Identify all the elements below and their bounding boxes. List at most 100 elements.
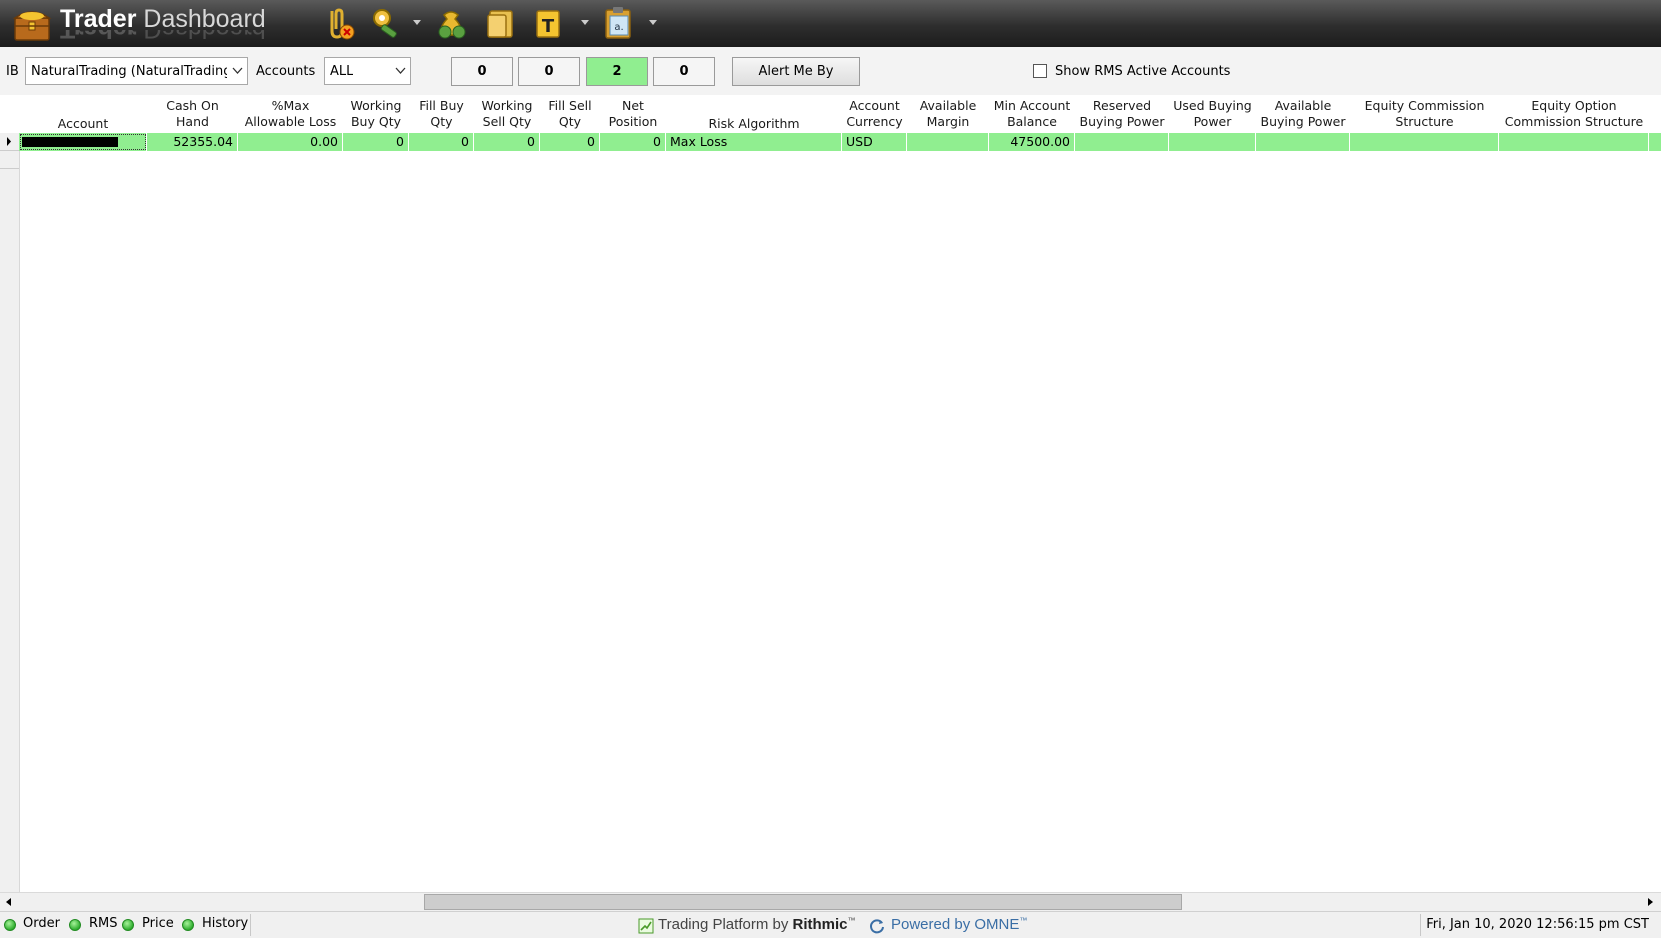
scroll-right-icon[interactable] — [1641, 893, 1659, 911]
column-header-reserved-buying-power[interactable]: Reserved Buying Power — [1075, 95, 1169, 133]
omne-refresh-icon — [870, 919, 884, 934]
rms-status-label: RMS — [89, 916, 118, 931]
row-selector-column — [0, 133, 20, 893]
text-dropdown-icon[interactable] — [580, 19, 590, 27]
column-header-line1: Fill Buy — [419, 98, 464, 113]
column-header-line2: Qty — [558, 114, 582, 129]
fill-sell-qty-cell[interactable]: 0 — [540, 133, 600, 151]
column-header-text: Fill Sell Qty — [548, 98, 591, 130]
column-header-line2: Structure — [1395, 114, 1454, 129]
column-header-available-margin[interactable]: Available Margin — [907, 95, 989, 133]
column-header-line1: Fill Sell — [548, 98, 592, 113]
account-currency-cell[interactable]: USD — [842, 133, 907, 151]
tools-dropdown-icon[interactable] — [412, 19, 422, 27]
column-header-equity-commission-structure[interactable]: Equity Commission Structure — [1350, 95, 1499, 133]
accounts-label: Accounts — [256, 64, 316, 79]
clipboard-dropdown-icon[interactable] — [648, 19, 658, 27]
row-pointer-icon — [7, 137, 11, 146]
tools-icon[interactable] — [368, 5, 404, 41]
accounts-select[interactable]: ALL — [324, 57, 411, 85]
column-header-min-account-balance[interactable]: Min Account Balance — [989, 95, 1075, 133]
column-header-line1: Account — [849, 98, 900, 113]
min-account-balance-cell[interactable]: 47500.00 — [989, 133, 1075, 151]
column-header-line2: Buying Power — [1079, 114, 1165, 129]
column-header-text: Cash On Hand — [166, 98, 219, 130]
column-header-working-sell-qty[interactable]: Working Sell Qty — [474, 95, 540, 133]
show-rms-active-accounts-checkbox[interactable] — [1033, 64, 1047, 78]
equity-option-commission-structure-cell[interactable] — [1499, 133, 1649, 151]
available-margin-cell[interactable] — [907, 133, 989, 151]
working-sell-qty-cell[interactable]: 0 — [474, 133, 540, 151]
column-header-fill-sell-qty[interactable]: Fill Sell Qty — [540, 95, 600, 133]
working-buy-qty-cell[interactable]: 0 — [343, 133, 409, 151]
counter-4: 0 — [653, 57, 715, 86]
column-header-line2: Allowable Loss — [244, 114, 337, 129]
app-title-reflection-bold: Trader — [60, 30, 136, 43]
history-status-label: History — [202, 916, 249, 931]
fill-buy-qty-cell[interactable]: 0 — [409, 133, 474, 151]
clipboard-icon[interactable]: a. — [600, 5, 636, 41]
max-allowable-loss-cell[interactable]: 0.00 — [238, 133, 343, 151]
cash-on-hand-cell[interactable]: 52355.04 — [147, 133, 238, 151]
show-rms-active-accounts-label[interactable]: Show RMS Active Accounts — [1055, 64, 1230, 79]
table-row[interactable]: 52355.04 0.00 0 0 0 0 0 Max Loss USD 475… — [19, 133, 1661, 151]
paperclip-cancel-icon[interactable] — [320, 5, 356, 41]
scroll-left-icon[interactable] — [0, 893, 18, 911]
column-header-line2: Sell Qty — [482, 114, 532, 129]
column-header-line1: %Max — [271, 98, 310, 113]
alert-me-by-button[interactable]: Alert Me By — [732, 57, 860, 86]
column-header-line1: Available — [919, 98, 977, 113]
history-status-dot-icon — [182, 919, 194, 931]
column-header-cash-on-hand[interactable]: Cash On Hand — [147, 95, 238, 133]
risk-algorithm-cell[interactable]: Max Loss — [666, 133, 842, 151]
column-header-net-position[interactable]: Net Position — [600, 95, 666, 133]
new-row-selector[interactable] — [0, 151, 19, 169]
platform-credit-text: Trading Platform by — [658, 916, 789, 933]
column-header-text: Risk Algorithm — [708, 116, 799, 132]
column-header-equity-option-commission-structure[interactable]: Equity Option Commission Structure — [1499, 95, 1649, 133]
column-header-risk-algorithm[interactable]: Risk Algorithm — [666, 95, 842, 133]
row-selector[interactable] — [0, 133, 19, 151]
reserved-buying-power-cell[interactable] — [1075, 133, 1169, 151]
column-header-line2: Balance — [1007, 114, 1057, 129]
column-header-text: Equity Option Commission Structure — [1505, 98, 1643, 130]
column-header-used-buying-power[interactable]: Used Buying Power — [1169, 95, 1256, 133]
column-header-fill-buy-qty[interactable]: Fill Buy Qty — [409, 95, 474, 133]
available-buying-power-cell[interactable] — [1256, 133, 1350, 151]
folder-icon[interactable] — [482, 5, 518, 41]
counter-2: 0 — [518, 57, 580, 86]
column-header-working-buy-qty[interactable]: Working Buy Qty — [343, 95, 409, 133]
column-header-line2: Power — [1193, 114, 1232, 129]
platform-brand: Rithmic — [792, 916, 848, 933]
status-timestamp: Fri, Jan 10, 2020 12:56:15 pm CST — [1426, 917, 1649, 932]
text-t-icon[interactable]: T — [530, 5, 566, 41]
used-buying-power-cell[interactable] — [1169, 133, 1256, 151]
column-header-line1: Working — [481, 98, 533, 113]
column-header-line2: Commission Structure — [1504, 114, 1644, 129]
column-header-max-allowable-loss[interactable]: %Max Allowable Loss — [238, 95, 343, 133]
column-header-line1: Equity Option — [1531, 98, 1617, 113]
net-position-cell[interactable]: 0 — [600, 133, 666, 151]
accounts-select-value: ALL — [330, 64, 354, 79]
column-header-account-currency[interactable]: Account Currency — [842, 95, 907, 133]
column-header-line1: Cash On — [166, 98, 219, 113]
account-cell[interactable] — [19, 133, 147, 151]
status-divider — [250, 914, 251, 936]
rithmic-chart-icon — [638, 918, 654, 934]
money-bag-icon[interactable] — [433, 5, 469, 41]
column-header-text: Available Buying Power — [1261, 98, 1346, 130]
column-header-text: Account — [58, 116, 108, 132]
treasure-chest-logo-icon — [12, 11, 52, 41]
column-header-line1: Available — [1274, 98, 1332, 113]
equity-commission-structure-cell[interactable] — [1350, 133, 1499, 151]
column-header-line1: Used Buying — [1173, 98, 1252, 113]
column-header-text: Fill Buy Qty — [419, 98, 464, 130]
filter-bar: IB NaturalTrading (NaturalTrading Accoun… — [0, 47, 1661, 96]
column-header-account[interactable]: Account — [19, 95, 147, 133]
scrollbar-thumb[interactable] — [424, 894, 1182, 910]
ib-select[interactable]: NaturalTrading (NaturalTrading — [25, 57, 248, 85]
horizontal-scrollbar[interactable] — [0, 892, 1661, 912]
app-title-bold: Trader — [60, 5, 137, 33]
powered-by-text: Powered by OMNE — [891, 916, 1020, 933]
column-header-available-buying-power[interactable]: Available Buying Power — [1256, 95, 1350, 133]
